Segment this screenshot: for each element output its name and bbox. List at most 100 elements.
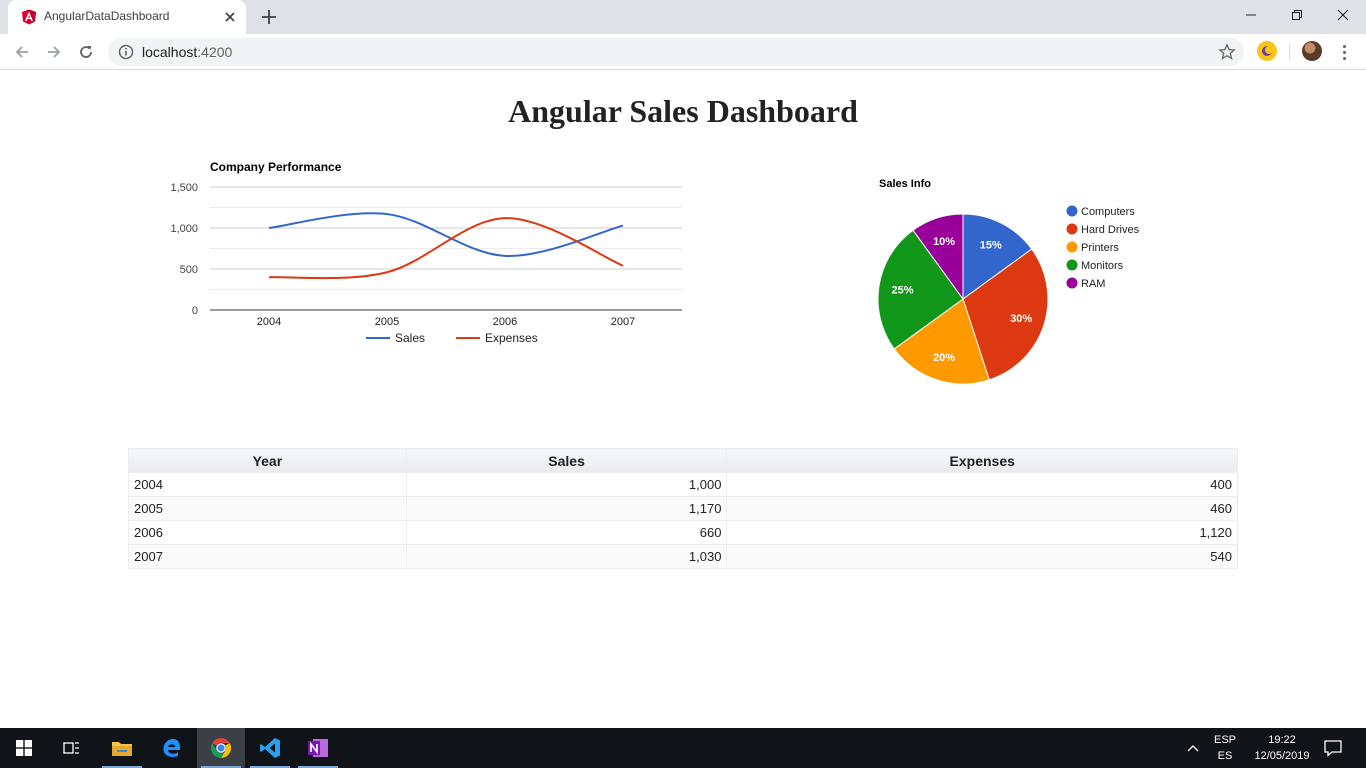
angular-favicon-icon bbox=[22, 9, 36, 25]
task-view-icon bbox=[63, 742, 79, 754]
folder-icon bbox=[112, 742, 132, 756]
url-port: :4200 bbox=[197, 44, 233, 60]
pie-slice-label: 30% bbox=[1010, 313, 1032, 325]
chrome-button[interactable] bbox=[197, 728, 245, 768]
edge-button[interactable] bbox=[148, 728, 196, 768]
pie-slice-label: 15% bbox=[980, 239, 1002, 251]
pie-slice-label: 25% bbox=[892, 284, 914, 296]
column-header-expenses[interactable]: Expenses bbox=[726, 448, 1238, 473]
task-view-button[interactable] bbox=[48, 728, 96, 768]
table-row[interactable]: 2005 1,170 460 bbox=[128, 496, 1238, 521]
new-tab-plus-icon[interactable] bbox=[256, 5, 282, 29]
windows-logo-icon bbox=[16, 740, 32, 756]
line-chart-title: Company Performance bbox=[210, 160, 342, 174]
vscode-icon bbox=[260, 738, 280, 758]
notification-center-icon[interactable] bbox=[1320, 736, 1346, 760]
back-button[interactable] bbox=[10, 40, 34, 64]
sales-data-table: Year Sales Expenses 2004 1,000 400 2005 … bbox=[128, 448, 1238, 569]
window-restore-button[interactable] bbox=[1274, 0, 1320, 30]
y-tick-label: 500 bbox=[180, 264, 198, 276]
page-title: Angular Sales Dashboard bbox=[508, 93, 858, 129]
cell-year: 2005 bbox=[128, 496, 407, 521]
minimize-icon bbox=[1246, 14, 1256, 16]
x-tick-label: 2005 bbox=[375, 316, 399, 328]
cell-year: 2007 bbox=[128, 544, 407, 569]
extension-icon[interactable] bbox=[1257, 41, 1277, 61]
table-row[interactable]: 2004 1,000 400 bbox=[128, 472, 1238, 497]
legend-swatch bbox=[1066, 223, 1078, 235]
sales-info-pie-chart: Sales Info 15% 30% 20% 25% 10% Computers Hard D… bbox=[877, 178, 1140, 385]
cell-sales: 660 bbox=[405, 520, 728, 545]
keyboard-layout-code: ES bbox=[1217, 750, 1233, 762]
close-icon[interactable] bbox=[222, 9, 238, 25]
cell-year: 2004 bbox=[128, 472, 407, 497]
system-clock[interactable]: 19:22 12/05/2019 bbox=[1244, 732, 1320, 764]
legend-label: Computers bbox=[1081, 206, 1135, 218]
chevron-up-icon[interactable] bbox=[1184, 740, 1202, 756]
table-row[interactable]: 2006 660 1,120 bbox=[128, 520, 1238, 545]
cell-expenses: 1,120 bbox=[726, 520, 1238, 545]
url-host: localhost bbox=[142, 44, 198, 60]
extension-moon-icon bbox=[1262, 46, 1273, 56]
onenote-button[interactable] bbox=[294, 728, 342, 768]
forward-arrow-icon bbox=[48, 46, 61, 58]
legend-label: Expenses bbox=[485, 331, 538, 345]
restore-icon bbox=[1292, 10, 1302, 20]
edge-icon bbox=[163, 739, 181, 757]
cell-sales: 1,170 bbox=[405, 496, 728, 521]
reload-icon bbox=[80, 46, 92, 58]
onenote-icon bbox=[308, 739, 328, 757]
browser-tab-strip: AngularDataDashboard bbox=[0, 0, 1366, 34]
window-minimize-button[interactable] bbox=[1228, 0, 1274, 30]
language-code: ESP bbox=[1213, 734, 1236, 746]
column-header-year[interactable]: Year bbox=[128, 448, 407, 473]
legend-label: Sales bbox=[395, 331, 425, 345]
table-header-row: Year Sales Expenses bbox=[128, 448, 1238, 473]
windows-taskbar: ESP ES 19:22 12/05/2019 bbox=[0, 728, 1366, 768]
windows-start-button[interactable] bbox=[0, 728, 48, 768]
x-tick-label: 2006 bbox=[493, 316, 517, 328]
toolbar-separator bbox=[1289, 44, 1290, 60]
input-language-indicator[interactable]: ESP ES bbox=[1210, 732, 1240, 764]
star-icon[interactable] bbox=[1218, 43, 1236, 61]
browser-toolbar: localhost:4200 bbox=[0, 34, 1366, 70]
legend-label: Printers bbox=[1081, 242, 1119, 254]
address-bar[interactable]: localhost:4200 bbox=[108, 38, 1244, 66]
y-tick-label: 1,500 bbox=[170, 182, 198, 194]
pie-chart-title: Sales Info bbox=[879, 178, 931, 190]
x-tick-label: 2004 bbox=[257, 316, 281, 328]
browser-tab[interactable]: AngularDataDashboard bbox=[8, 0, 246, 34]
legend-label: RAM bbox=[1081, 278, 1105, 290]
menu-icon[interactable] bbox=[1336, 41, 1352, 63]
pie-slice-label: 10% bbox=[933, 236, 955, 248]
company-performance-line-chart: Company Performance 0 500 1,000 1,500 2004 200… bbox=[170, 160, 682, 345]
page-content: Angular Sales Dashboard Company Performa… bbox=[0, 71, 1366, 728]
legend-label: Monitors bbox=[1081, 260, 1124, 272]
url-text: localhost:4200 bbox=[142, 44, 232, 60]
cell-sales: 1,030 bbox=[405, 544, 728, 569]
x-tick-label: 2007 bbox=[611, 316, 635, 328]
chrome-icon bbox=[210, 737, 232, 759]
close-window-icon bbox=[1337, 9, 1349, 21]
cell-year: 2006 bbox=[128, 520, 407, 545]
profile-avatar[interactable] bbox=[1302, 41, 1322, 61]
vscode-button[interactable] bbox=[246, 728, 294, 768]
column-header-sales[interactable]: Sales bbox=[405, 448, 728, 473]
forward-button[interactable] bbox=[42, 40, 66, 64]
table-row[interactable]: 2007 1,030 540 bbox=[128, 544, 1238, 569]
clock-time: 19:22 bbox=[1268, 734, 1296, 746]
series-line-sales bbox=[268, 212, 624, 257]
reload-button[interactable] bbox=[74, 40, 98, 64]
cell-expenses: 400 bbox=[726, 472, 1238, 497]
y-tick-label: 0 bbox=[192, 305, 198, 317]
tab-title: AngularDataDashboard bbox=[44, 9, 170, 23]
y-tick-label: 1,000 bbox=[170, 223, 198, 235]
window-close-button[interactable] bbox=[1320, 0, 1366, 30]
back-arrow-icon bbox=[15, 46, 28, 58]
legend-swatch bbox=[1066, 259, 1078, 271]
file-explorer-button[interactable] bbox=[98, 728, 146, 768]
info-icon[interactable] bbox=[118, 44, 134, 60]
legend-swatch bbox=[1066, 241, 1078, 253]
clock-date: 12/05/2019 bbox=[1254, 750, 1310, 762]
cell-expenses: 460 bbox=[726, 496, 1238, 521]
